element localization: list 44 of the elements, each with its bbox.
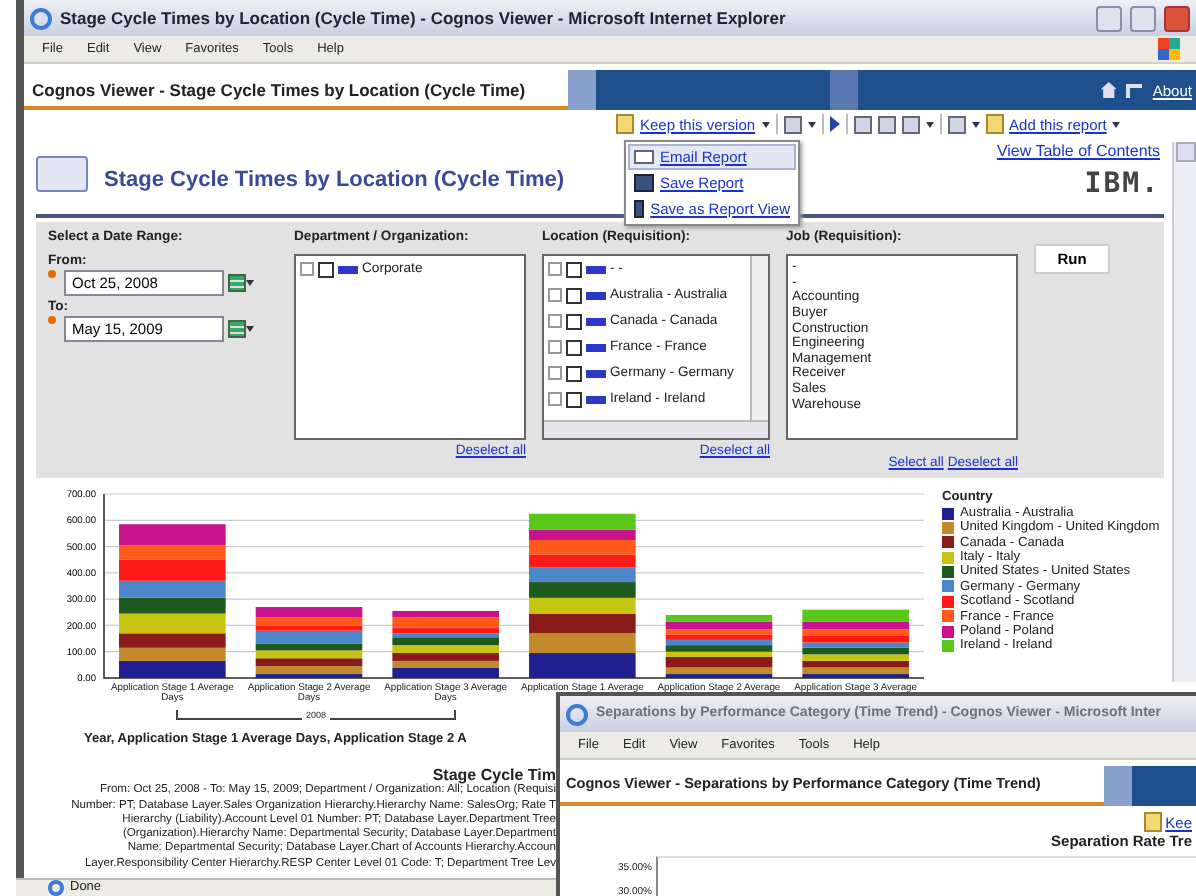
caret-icon[interactable]: [971, 121, 980, 127]
bar-segment: [529, 633, 636, 654]
envelope-icon: [634, 150, 654, 164]
viewer-title: Cognos Viewer - Stage Cycle Times by Location (Cycle Time): [24, 70, 568, 110]
checkbox[interactable]: [566, 391, 582, 408]
checkbox[interactable]: [318, 261, 334, 278]
bar-segment: [529, 613, 636, 634]
table-of-contents-link[interactable]: View Table of Contents: [996, 142, 1160, 162]
report-icon: [36, 156, 88, 192]
report-icon[interactable]: [783, 115, 802, 133]
summary-title: Stage Cycle Tim: [432, 765, 556, 784]
browser-icon: [566, 703, 588, 725]
checkbox[interactable]: [566, 365, 582, 382]
scrollbar[interactable]: [1172, 142, 1196, 682]
close-button[interactable]: [1164, 5, 1190, 31]
calendar-icon[interactable]: [228, 274, 254, 293]
checkbox[interactable]: [566, 339, 582, 356]
expand-icon[interactable]: [300, 262, 314, 277]
checkbox[interactable]: [566, 287, 582, 304]
windows-logo-icon: [1158, 38, 1180, 60]
document-icon[interactable]: [1143, 812, 1162, 832]
calendar-icon[interactable]: [228, 320, 254, 339]
window-title: Stage Cycle Times by Location (Cycle Time) - Cognos Viewer - Microsoft Internet Explorer: [60, 7, 788, 29]
checkbox[interactable]: [566, 313, 582, 330]
home-icon[interactable]: [1100, 82, 1117, 98]
scrollbar[interactable]: [544, 420, 768, 439]
minimize-button[interactable]: [1096, 5, 1122, 31]
bar-segment: [119, 613, 226, 634]
caret-icon[interactable]: [1112, 121, 1121, 127]
arrow-icon[interactable]: [1126, 83, 1143, 97]
restore-button[interactable]: [1130, 5, 1156, 31]
checkbox[interactable]: [566, 261, 582, 278]
caret-icon[interactable]: [761, 121, 770, 127]
caret-icon[interactable]: [925, 121, 934, 127]
caret-icon[interactable]: [807, 121, 816, 127]
required-mark-icon: [48, 316, 56, 325]
logo: IBM.: [1084, 167, 1160, 201]
required-mark-icon: [48, 270, 56, 279]
toolbar-icon[interactable]: [947, 115, 966, 133]
browser-icon: [30, 7, 52, 29]
bar-segment: [529, 653, 636, 678]
browser-icon: [48, 880, 64, 896]
scrollbar[interactable]: [750, 256, 768, 421]
report-title: Stage Cycle Times by Location (Cycle Time): [104, 168, 565, 196]
